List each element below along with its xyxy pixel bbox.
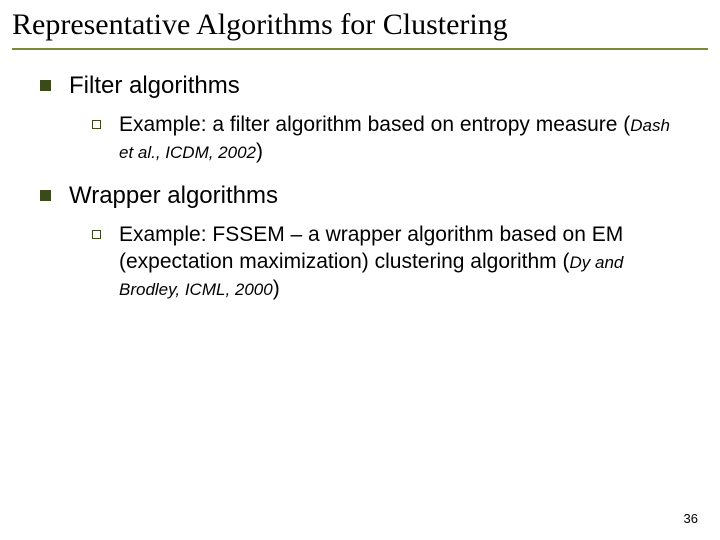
hollow-square-bullet-icon xyxy=(92,120,101,129)
subbullet-text: Example: FSSEM – a wrapper algorithm bas… xyxy=(119,222,679,303)
square-bullet-icon xyxy=(40,190,51,201)
title-bar: Representative Algorithms for Clustering xyxy=(0,0,720,50)
slide-title: Representative Algorithms for Clustering xyxy=(12,8,708,50)
subbullet-filter-example: Example: a filter algorithm based on ent… xyxy=(92,112,698,166)
subbullet-text: Example: a filter algorithm based on ent… xyxy=(119,112,679,166)
hollow-square-bullet-icon xyxy=(92,230,101,239)
bullet-label: Filter algorithms xyxy=(69,72,240,100)
subbullet-suffix: ) xyxy=(273,277,280,300)
subbullet-suffix: ) xyxy=(256,140,263,163)
slide-body: Filter algorithms Example: a filter algo… xyxy=(0,50,720,302)
bullet-label: Wrapper algorithms xyxy=(69,182,278,210)
square-bullet-icon xyxy=(40,80,51,91)
subbullet-wrapper-example: Example: FSSEM – a wrapper algorithm bas… xyxy=(92,222,698,303)
subbullet-prefix: Example: FSSEM – a wrapper algorithm bas… xyxy=(119,223,623,273)
subbullet-prefix: Example: a filter algorithm based on ent… xyxy=(119,113,630,136)
page-number: 36 xyxy=(684,511,698,526)
bullet-wrapper-algorithms: Wrapper algorithms xyxy=(40,182,698,210)
bullet-filter-algorithms: Filter algorithms xyxy=(40,72,698,100)
